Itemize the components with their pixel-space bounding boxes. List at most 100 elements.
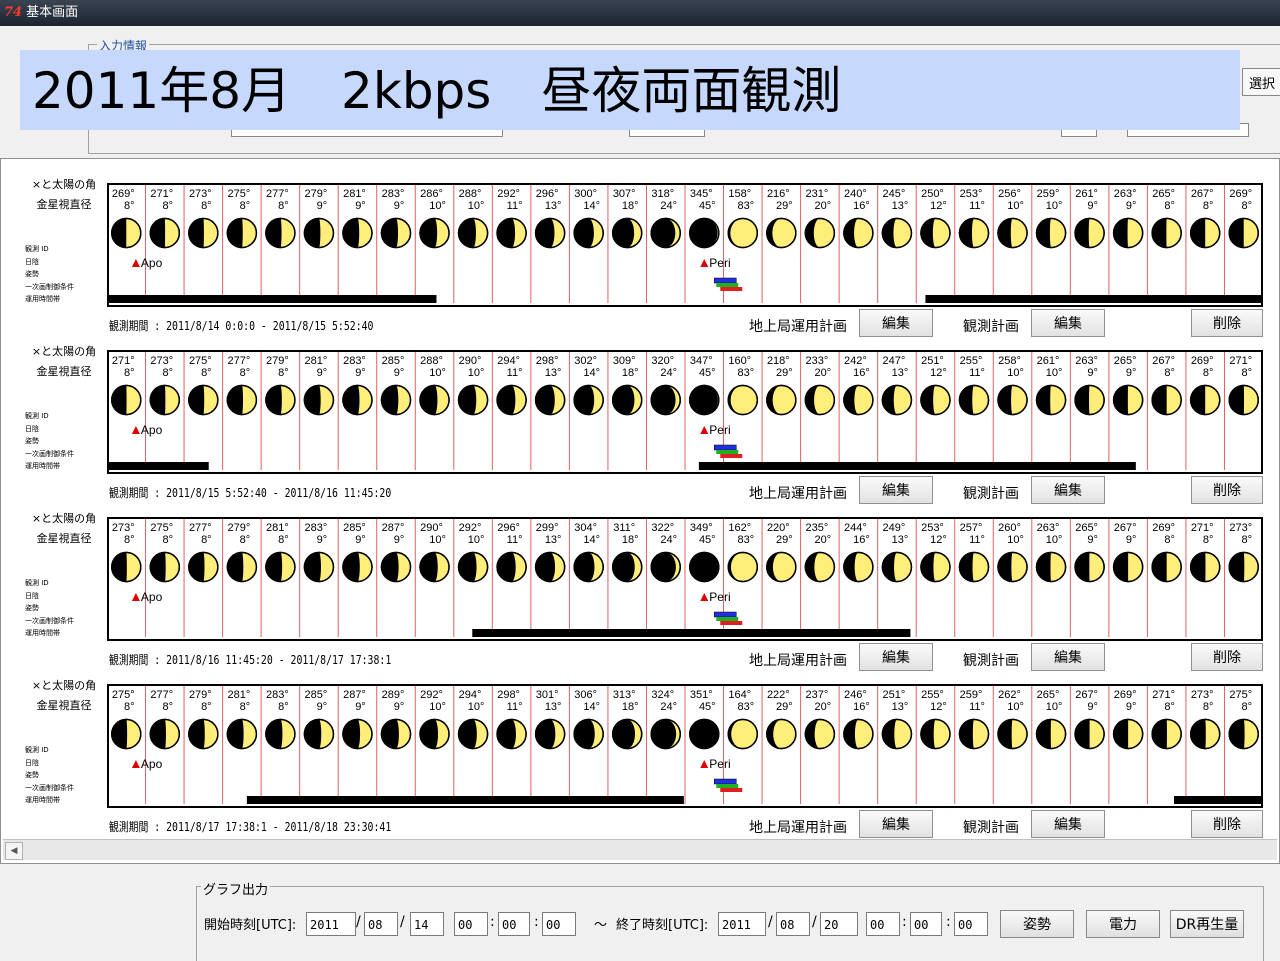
sun-angle-value: 288° <box>459 188 482 200</box>
operation-period-bar <box>107 462 209 470</box>
delete-button[interactable]: 削除 <box>1191 643 1263 671</box>
sun-angle-value: 289° <box>382 689 405 701</box>
venus-diameter-value: 8° <box>240 367 251 379</box>
edit-ground-plan-button[interactable]: 編集 <box>859 309 933 337</box>
sun-angle-value: 322° <box>651 522 674 534</box>
sun-angle-value: 275° <box>112 689 135 701</box>
apo-label: Apo <box>141 256 163 270</box>
end-hour-field[interactable]: 00 <box>866 912 900 936</box>
venus-diameter-value: 10° <box>468 534 485 546</box>
sun-angle-value: 261° <box>1075 188 1098 200</box>
end-second-field[interactable]: 00 <box>954 912 988 936</box>
row-small-labels: 観測 ID 日陰 姿勢 一次画制御条件 運用時間帯 <box>21 744 107 807</box>
window-titlebar[interactable]: 74 基本画面 <box>0 0 1280 26</box>
venus-diameter-value: 9° <box>394 367 405 379</box>
sun-angle-value: 275° <box>189 355 212 367</box>
schedule-scroll-panel[interactable]: ×と太陽の角 金星視直径 観測 ID 日陰 姿勢 一次画制御条件 運用時間帯 269° 8° 27… <box>0 158 1280 864</box>
venus-diameter-value: 11° <box>507 534 523 546</box>
delete-button[interactable]: 削除 <box>1191 309 1263 337</box>
delete-button[interactable]: 削除 <box>1191 810 1263 838</box>
sun-angle-value: 231° <box>805 188 828 200</box>
venus-diameter-value: 8° <box>1203 200 1214 212</box>
sun-angle-value: 286° <box>420 188 443 200</box>
start-second-field[interactable]: 00 <box>542 912 576 936</box>
time-separator: : <box>534 914 539 930</box>
phase-chart-svg: 275°8°277°8°279°8°281°8°283°8°285°9°287°… <box>107 684 1263 808</box>
end-time-label: 終了時刻[UTC]: <box>616 918 709 933</box>
venus-diameter-value: 14° <box>583 200 600 212</box>
phase-chart[interactable]: 273° 8° 275° 8° 277° 8° 279° 8° 281° 8° 283° 9° 285°… <box>107 517 1263 641</box>
phase-chart[interactable]: 275° 8° 277° 8° 279° 8° 281° 8° 283° 8° 285° 9° 287°… <box>107 684 1263 808</box>
venus-diameter-value: 8° <box>1241 367 1252 379</box>
venus-diameter-value: 10° <box>429 534 446 546</box>
horizontal-scrollbar[interactable]: ◀ <box>3 839 1277 860</box>
row-small-label: 日陰 <box>25 424 39 433</box>
edit-ground-plan-button[interactable]: 編集 <box>859 810 933 838</box>
sun-angle-value: 283° <box>266 689 289 701</box>
venus-diameter-value: 20° <box>815 200 832 212</box>
attitude-button[interactable]: 姿勢 <box>1000 910 1074 938</box>
venus-diameter-value: 9° <box>317 200 328 212</box>
apo-label: Apo <box>141 590 163 604</box>
sun-angle-value: 271° <box>150 188 173 200</box>
edit-obs-plan-button[interactable]: 編集 <box>1031 643 1105 671</box>
start-year-field[interactable]: 2011 <box>306 912 356 936</box>
sun-angle-value: 281° <box>305 355 328 367</box>
sun-angle-value: 255° <box>921 689 944 701</box>
sun-angle-value: 216° <box>767 188 790 200</box>
venus-diameter-value: 9° <box>394 701 405 713</box>
row-small-label: 姿勢 <box>25 437 39 445</box>
end-month-field[interactable]: 08 <box>776 912 810 936</box>
sun-angle-value: 296° <box>536 188 559 200</box>
edit-obs-plan-button[interactable]: 編集 <box>1031 309 1105 337</box>
dr-playback-button[interactable]: DR再生量 <box>1170 910 1244 938</box>
start-minute-field[interactable]: 00 <box>498 912 530 936</box>
edit-obs-plan-button[interactable]: 編集 <box>1031 476 1105 504</box>
venus-diameter-value: 9° <box>317 701 328 713</box>
peri-label: Peri <box>709 256 730 270</box>
sun-angle-value: 269° <box>1152 522 1175 534</box>
venus-diameter-value: 20° <box>815 534 832 546</box>
phase-chart[interactable]: 271° 8° 273° 8° 275° 8° 277° 8° 279° 8° 281° 9° 283°… <box>107 350 1263 474</box>
sun-angle-value: 290° <box>420 522 443 534</box>
sun-angle-value: 256° <box>998 188 1021 200</box>
venus-diameter-value: 13° <box>545 534 562 546</box>
select-button[interactable]: 選択 <box>1242 68 1280 96</box>
sun-angle-value: 351° <box>690 689 713 701</box>
start-month-field[interactable]: 08 <box>364 912 398 936</box>
venus-diameter-value: 8° <box>240 200 251 212</box>
sun-angle-value: 267° <box>1152 355 1175 367</box>
sun-angle-value: 158° <box>728 188 751 200</box>
venus-diameter-value: 8° <box>124 534 135 546</box>
row-small-label: 運用時間帯 <box>25 629 60 637</box>
venus-diameter-value: 8° <box>278 367 289 379</box>
venus-diameter-value: 11° <box>969 200 985 212</box>
sun-angle-value: 288° <box>420 355 443 367</box>
peri-label: Peri <box>709 590 730 604</box>
edit-obs-plan-button[interactable]: 編集 <box>1031 810 1105 838</box>
end-day-field[interactable]: 20 <box>820 912 858 936</box>
power-button[interactable]: 電力 <box>1086 910 1160 938</box>
scroll-left-icon[interactable]: ◀ <box>5 842 23 860</box>
edit-ground-plan-button[interactable]: 編集 <box>859 643 933 671</box>
start-hour-field[interactable]: 00 <box>454 912 488 936</box>
end-year-field[interactable]: 2011 <box>718 912 766 936</box>
sun-angle-value: 279° <box>266 355 289 367</box>
sun-angle-value: 285° <box>343 522 366 534</box>
sun-angle-value: 302° <box>574 355 597 367</box>
sun-angle-value: 258° <box>998 355 1021 367</box>
row-small-label: 運用時間帯 <box>25 295 60 303</box>
sun-angle-value: 267° <box>1075 689 1098 701</box>
venus-diameter-value: 8° <box>1164 200 1175 212</box>
end-minute-field[interactable]: 00 <box>910 912 942 936</box>
date-separator: / <box>400 914 405 930</box>
edit-ground-plan-button[interactable]: 編集 <box>859 476 933 504</box>
phase-chart[interactable]: 269° 8° 271° 8° 273° 8° 275° 8° 277° 8° 279° 9° 281°… <box>107 183 1263 307</box>
venus-diameter-value: 8° <box>1241 701 1252 713</box>
delete-button[interactable]: 削除 <box>1191 476 1263 504</box>
operation-period-bar <box>1173 796 1263 804</box>
sun-angle-value: 313° <box>613 689 636 701</box>
sun-angle-value: 345° <box>690 188 713 200</box>
sun-angle-value: 294° <box>459 689 482 701</box>
start-day-field[interactable]: 14 <box>410 912 444 936</box>
